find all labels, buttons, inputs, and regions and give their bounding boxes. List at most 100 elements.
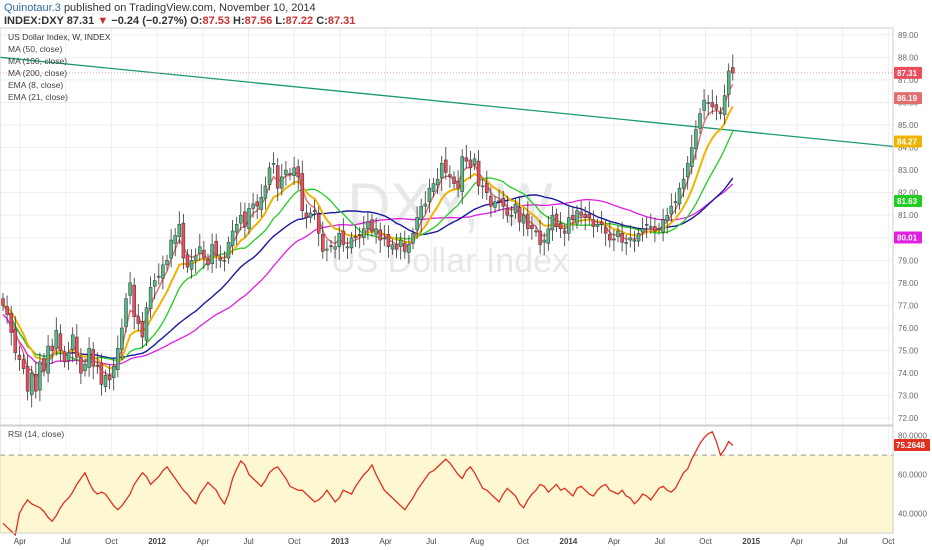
price-badge-label: 84.27	[897, 137, 918, 146]
time-tick-label: Apr	[197, 537, 210, 546]
candle-body	[198, 246, 202, 254]
candle-body	[325, 248, 329, 251]
close-label: C:	[316, 15, 328, 27]
candle-body	[230, 230, 235, 246]
candle-body	[107, 375, 112, 381]
candle-body	[448, 174, 452, 178]
candle-body	[382, 237, 387, 240]
candle-body	[304, 212, 309, 218]
candle-body	[398, 239, 403, 248]
candle-body	[87, 348, 91, 368]
candle-body	[66, 352, 71, 361]
rsi-title: RSI (14, close)	[8, 429, 64, 439]
legend-item-ma50: MA (50, close)	[8, 44, 62, 54]
time-tick-label: Oct	[882, 537, 895, 546]
candle-body	[632, 239, 637, 242]
candle-body	[706, 102, 710, 104]
candle-body	[91, 349, 95, 367]
candle-body	[38, 361, 42, 391]
candle-body	[690, 147, 694, 167]
time-tick-label: Jul	[655, 537, 665, 546]
candle-body	[407, 244, 411, 253]
candle-body	[34, 373, 38, 392]
candle-body	[464, 157, 469, 162]
candle-body	[501, 198, 505, 207]
price-tick-label: 83.00	[898, 166, 919, 175]
time-tick-label: Apr	[791, 537, 804, 546]
candle-body	[657, 228, 661, 231]
candle-body	[210, 244, 214, 264]
candle-body	[321, 234, 325, 252]
candle-body	[403, 243, 407, 252]
candle-body	[329, 245, 333, 248]
candle-body	[333, 246, 337, 250]
time-tick-label: Oct	[288, 537, 301, 546]
candle-body	[275, 165, 280, 189]
candle-body	[70, 334, 75, 350]
candle-body	[468, 159, 473, 169]
candle-body	[366, 221, 370, 230]
author-link[interactable]: Quinotaur.3	[4, 2, 61, 14]
candle-body	[665, 214, 669, 222]
candle-body	[181, 222, 186, 259]
candle-body	[62, 351, 67, 363]
legend-item-ema8: EMA (8, close)	[8, 80, 63, 90]
price-tick-label: 81.00	[898, 211, 919, 220]
candle-body	[161, 264, 165, 279]
candle-body	[144, 307, 149, 341]
candle-body	[505, 208, 510, 216]
price-badge-label: 87.31	[897, 69, 918, 78]
candle-body	[480, 185, 485, 188]
candle-body	[526, 213, 530, 230]
candle-body	[653, 226, 657, 232]
candle-body	[214, 240, 218, 257]
candle-body	[263, 185, 268, 199]
candle-body	[300, 173, 305, 211]
open-label: O:	[190, 15, 203, 27]
candle-body	[185, 254, 190, 268]
time-tick-label: 2012	[148, 537, 166, 546]
candle-body	[534, 230, 538, 233]
candle-body	[612, 238, 616, 241]
candle-body	[587, 213, 592, 218]
time-tick-label: Oct	[516, 537, 529, 546]
rsi-tick-label: 40.0000	[898, 510, 927, 519]
price-tick-label: 77.00	[898, 301, 919, 310]
candle-body	[624, 242, 628, 244]
candle-body	[259, 196, 264, 210]
watermark-name: US Dollar Index	[331, 242, 569, 280]
candle-body	[567, 217, 571, 234]
published-text: published on TradingView.com, November 1…	[63, 2, 316, 14]
rsi-badge-label: 75.2648	[896, 441, 925, 450]
candle-body	[731, 67, 735, 74]
candle-body	[357, 234, 362, 236]
candle-body	[411, 233, 415, 244]
candle-body	[99, 362, 104, 385]
trend-line	[0, 56, 894, 148]
candle-body	[288, 173, 292, 175]
candle-body	[644, 223, 649, 226]
candle-body	[694, 129, 698, 149]
time-tick-label: Jul	[426, 537, 436, 546]
candle-body	[710, 102, 715, 108]
candle-body	[439, 163, 444, 179]
price-tick-label: 85.00	[898, 121, 919, 130]
candle-body	[591, 219, 596, 227]
candle-body	[661, 219, 665, 233]
candle-body	[677, 187, 682, 205]
time-tick-label: Jul	[61, 537, 71, 546]
candle-body	[427, 187, 432, 202]
price-tick-label: 78.00	[898, 279, 919, 288]
candle-body	[681, 178, 686, 189]
candle-body	[513, 203, 518, 214]
candle-body	[132, 284, 136, 317]
candle-body	[456, 181, 460, 189]
candle-body	[152, 280, 157, 287]
candle-body	[616, 230, 620, 237]
candle-body	[267, 167, 272, 186]
candle-body	[517, 207, 522, 223]
price-tick-label: 74.00	[898, 369, 919, 378]
candle-body	[608, 234, 612, 241]
candle-body	[542, 239, 546, 243]
candle-body	[177, 223, 182, 237]
